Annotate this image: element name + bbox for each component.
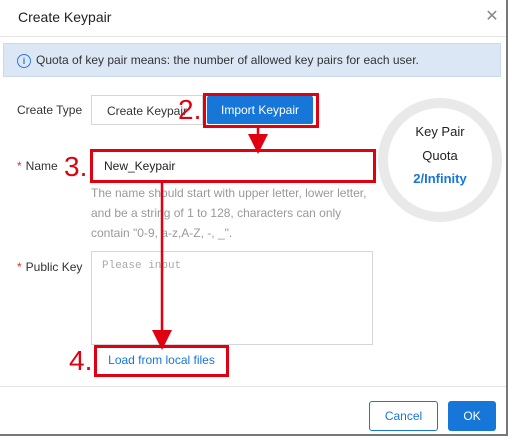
annotation-arrows [152, 128, 268, 350]
footer-divider [0, 386, 506, 387]
cancel-button[interactable]: Cancel [369, 401, 438, 431]
ok-button[interactable]: OK [448, 401, 496, 431]
create-keypair-dialog: Create Keypair ✕ i Quota of key pair mea… [0, 0, 508, 436]
